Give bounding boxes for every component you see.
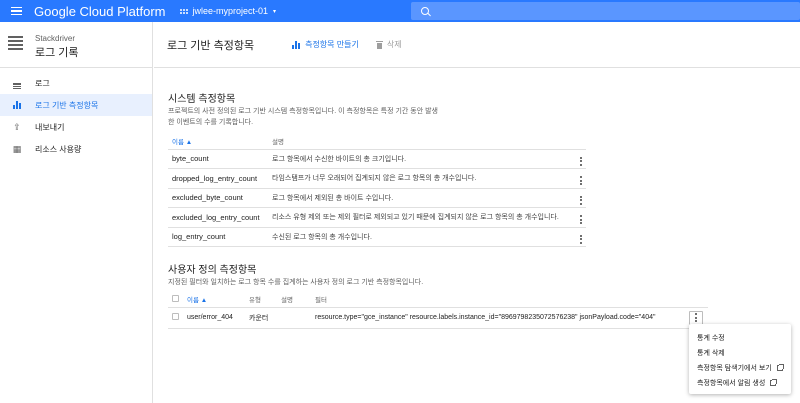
- system-metrics-table: 이름 ▲ 설명 byte_count 로그 항목에서 수신한 바이트의 총 크기…: [168, 134, 586, 247]
- sidebar-item-exports[interactable]: ⇪ 내보내기: [0, 116, 152, 138]
- create-metric-button[interactable]: 측정항목 만들기: [292, 39, 359, 50]
- table-row: excluded_log_entry_count 리소스 유형 제외 또는 제외…: [168, 207, 586, 228]
- sidebar-item-label: 리소스 사용량: [35, 144, 82, 154]
- metric-description: 타임스탬프가 너무 오래되어 집계되지 않은 로그 항목의 총 개수입니다.: [268, 168, 572, 189]
- table-row: byte_count 로그 항목에서 수신한 바이트의 총 크기입니다.: [168, 149, 586, 169]
- sidebar-item-label: 로그 기반 측정항목: [35, 100, 99, 110]
- service-name: Stackdriver: [35, 34, 76, 43]
- create-metric-label: 측정항목 만들기: [305, 40, 359, 49]
- project-dots-icon: [179, 8, 188, 14]
- delete-label: 삭제: [386, 40, 402, 49]
- system-metrics-desc-2: 한 이벤트의 수를 기록합니다.: [168, 119, 254, 126]
- menu-item-view-in-explorer[interactable]: 측정항목 탐색기에서 보기: [689, 360, 791, 375]
- metric-description: [281, 307, 315, 329]
- column-header-filter: 필터: [315, 292, 684, 308]
- bar-chart-icon: [292, 40, 301, 49]
- system-metrics-desc-1: 프로젝트의 사전 정의된 로그 기반 시스템 측정항목입니다. 이 측정항목은 …: [168, 108, 439, 115]
- table-header-row: 이름 ▲ 설명: [168, 134, 586, 150]
- upload-icon: ⇪: [13, 121, 21, 132]
- user-metrics-title: 사용자 정의 측정항목: [168, 265, 257, 276]
- menu-icon[interactable]: [0, 0, 32, 22]
- metric-name[interactable]: user/error_404: [187, 307, 249, 329]
- top-bar: Google Cloud Platform jwlee-myproject-01…: [0, 0, 800, 22]
- trash-icon: [375, 40, 383, 49]
- metric-description: 리소스 유형 제외 또는 제외 필터로 제외되고 있기 때문에 집계되지 않은 …: [268, 207, 572, 228]
- table-row: excluded_byte_count 로그 항목에서 제외된 총 바이트 수입…: [168, 188, 586, 208]
- table-header-row: 이름 ▲ 유형 설명 필터: [168, 292, 708, 308]
- row-checkbox[interactable]: [172, 313, 179, 320]
- sidebar-item-label: 내보내기: [35, 122, 65, 132]
- chevron-down-icon: ▾: [273, 8, 277, 15]
- more-vert-icon[interactable]: [689, 310, 703, 325]
- sidebar-item-logs[interactable]: 로그: [0, 72, 152, 94]
- metric-description: 로그 항목에서 제외된 총 바이트 수입니다.: [268, 188, 572, 208]
- column-header-type: 유형: [249, 292, 281, 308]
- menu-item-edit-metric[interactable]: 통계 수정: [689, 330, 791, 345]
- logging-icon: [8, 36, 23, 52]
- more-vert-icon[interactable]: [572, 168, 586, 189]
- list-icon: [12, 82, 22, 89]
- metric-description: 수신된 로그 항목의 총 개수입니다.: [268, 227, 572, 247]
- more-vert-icon[interactable]: [572, 207, 586, 228]
- product-name: 로그 기록: [35, 47, 79, 59]
- system-metrics-title: 시스템 측정항목: [168, 94, 236, 105]
- metric-filter: resource.type="gce_instance" resource.la…: [315, 307, 684, 329]
- column-header-description: 설명: [268, 134, 572, 150]
- project-name: jwlee-myproject-01: [192, 6, 269, 16]
- context-menu: 통계 수정 통계 삭제 측정항목 탐색기에서 보기 측정항목에서 알림 생성: [689, 324, 791, 394]
- user-metrics-table: 이름 ▲ 유형 설명 필터 user/error_404 카운터 resourc…: [168, 292, 708, 329]
- table-row: user/error_404 카운터 resource.type="gce_in…: [168, 307, 708, 329]
- menu-item-create-alert[interactable]: 측정항목에서 알림 생성: [689, 375, 791, 390]
- sidebar-header: Stackdriver 로그 기록: [0, 22, 152, 68]
- page-title: 로그 기반 측정항목: [167, 39, 255, 52]
- metric-name: byte_count: [168, 149, 268, 169]
- sidebar: Stackdriver 로그 기록 로그 로그 기반 측정항목 ⇪ 내보내기 ▦…: [0, 22, 153, 403]
- project-selector[interactable]: jwlee-myproject-01 ▾: [179, 6, 277, 16]
- open-in-new-icon: [770, 378, 778, 386]
- metric-name: log_entry_count: [168, 227, 268, 247]
- delete-button[interactable]: 삭제: [375, 39, 402, 50]
- open-in-new-icon: [776, 363, 784, 371]
- brand-title[interactable]: Google Cloud Platform: [34, 4, 166, 19]
- search-bar[interactable]: [411, 2, 800, 20]
- more-vert-icon[interactable]: [572, 149, 586, 169]
- column-header-name[interactable]: 이름 ▲: [187, 292, 249, 308]
- table-row: log_entry_count 수신된 로그 항목의 총 개수입니다.: [168, 227, 586, 247]
- more-vert-icon[interactable]: [572, 188, 586, 208]
- column-header-name[interactable]: 이름 ▲: [168, 134, 268, 150]
- table-row: dropped_log_entry_count 타임스탬프가 너무 오래되어 집…: [168, 168, 586, 189]
- select-all-checkbox[interactable]: [172, 294, 179, 302]
- storage-icon: ▦: [12, 143, 22, 154]
- search-icon: [421, 7, 429, 15]
- menu-item-delete-metric[interactable]: 통계 삭제: [689, 345, 791, 360]
- sidebar-item-resource-usage[interactable]: ▦ 리소스 사용량: [0, 138, 152, 160]
- sidebar-item-log-metrics[interactable]: 로그 기반 측정항목: [0, 94, 152, 116]
- metric-description: 로그 항목에서 수신한 바이트의 총 크기입니다.: [268, 149, 572, 169]
- bar-chart-icon: [12, 101, 22, 109]
- more-vert-icon[interactable]: [572, 227, 586, 247]
- column-header-description: 설명: [281, 292, 315, 308]
- metric-name: dropped_log_entry_count: [168, 168, 268, 189]
- metric-type: 카운터: [249, 307, 281, 329]
- metric-name: excluded_byte_count: [168, 188, 268, 208]
- page-header: 로그 기반 측정항목 측정항목 만들기 삭제: [154, 22, 800, 68]
- sidebar-item-label: 로그: [35, 78, 50, 88]
- user-metrics-desc: 지정된 필터와 일치하는 로그 항목 수를 집계하는 사용자 정의 로그 기반 …: [168, 279, 424, 286]
- metric-name: excluded_log_entry_count: [168, 207, 268, 228]
